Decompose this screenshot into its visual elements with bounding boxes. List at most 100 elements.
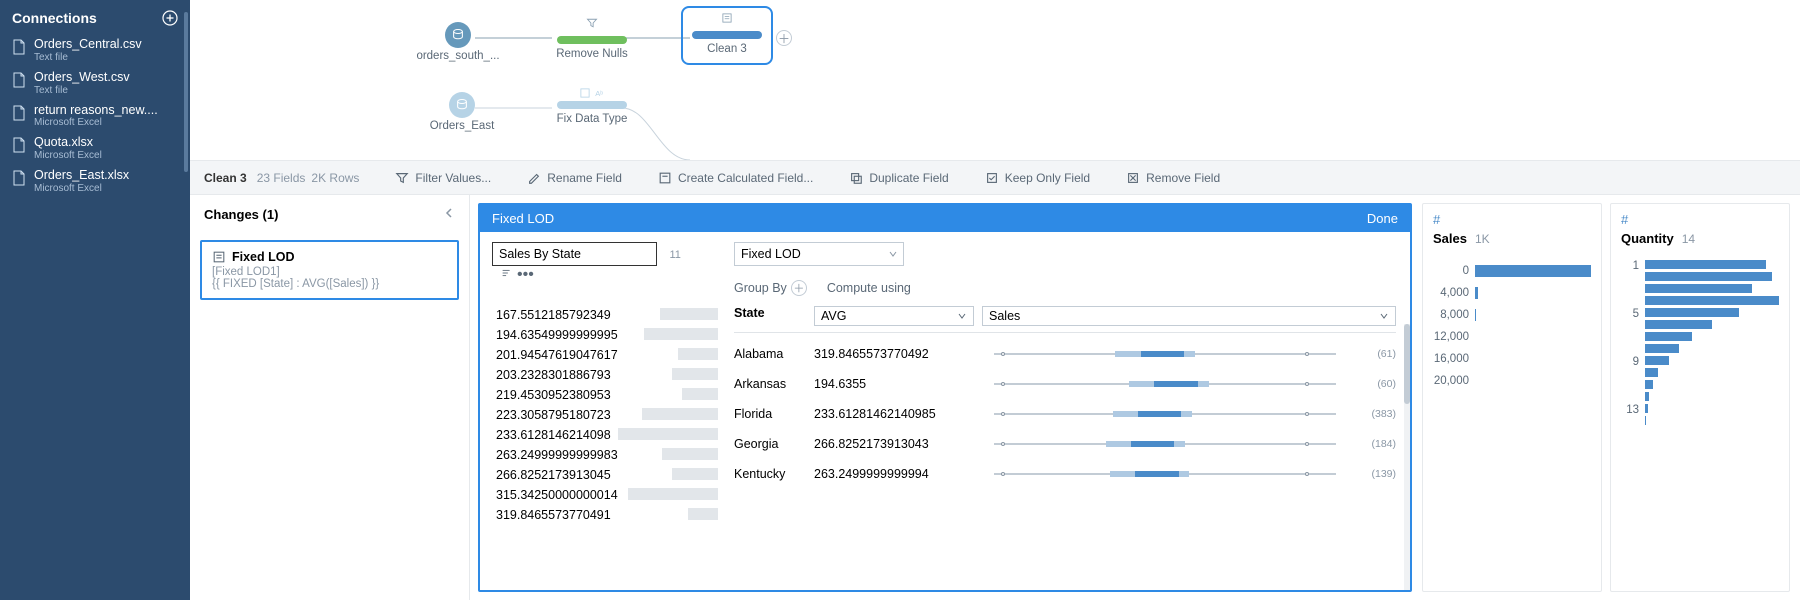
value-row[interactable]: 266.8252173913045 xyxy=(492,465,718,485)
sales-histogram: 0 4,000 8,000 12,000 16,000 20,000 xyxy=(1433,260,1591,392)
hist-row: 13 xyxy=(1621,404,1779,416)
flow-node-orders-east[interactable]: Orders_East xyxy=(420,92,504,132)
connection-item[interactable]: return reasons_new.... Microsoft Excel xyxy=(0,100,190,133)
hist-row: 4,000 xyxy=(1433,282,1591,304)
filter-icon xyxy=(586,17,598,29)
toolbar-action[interactable]: Keep Only Field xyxy=(985,171,1090,185)
hist-row xyxy=(1621,416,1779,428)
measure-dropdown[interactable]: Sales xyxy=(982,306,1396,326)
hist-row xyxy=(1621,332,1779,344)
flow-node-orders-south[interactable]: orders_south_... xyxy=(416,22,500,62)
chevron-down-icon xyxy=(957,311,967,321)
value-row[interactable]: 219.4530952380953 xyxy=(492,385,718,405)
aggregation-dropdown[interactable]: AVG xyxy=(814,306,974,326)
number-icon: # xyxy=(1433,212,1591,227)
connection-type: Text file xyxy=(34,85,130,96)
connection-item[interactable]: Orders_Central.csv Text file xyxy=(0,34,190,67)
svg-text:Aᵇ: Aᵇ xyxy=(595,89,603,98)
more-icon[interactable]: ••• xyxy=(517,266,534,284)
connection-type: Text file xyxy=(34,52,142,63)
lod-title: Fixed LOD xyxy=(492,211,554,226)
connection-item[interactable]: Orders_East.xlsx Microsoft Excel xyxy=(0,165,190,198)
sort-icon[interactable] xyxy=(500,266,514,280)
toolbar-actions: Filter Values... Rename Field Create Calcu… xyxy=(377,171,1238,185)
file-icon xyxy=(12,137,26,153)
value-histogram-list: 167.5512185792349194.63549999999995201.9… xyxy=(492,305,718,525)
sales-histogram-card[interactable]: # Sales 1K 0 4,000 8,000 12,000 16,000 2… xyxy=(1422,203,1602,592)
lower-panes: Changes (1) Fixed LOD [Fixed LOD1] {{ FI… xyxy=(190,194,1800,600)
clean-step-bar xyxy=(557,101,627,109)
state-result-row[interactable]: Florida 233.61281462140985 (383) xyxy=(734,399,1396,429)
hist-row xyxy=(1621,368,1779,380)
connection-name: Orders_West.csv xyxy=(34,71,130,85)
value-row[interactable]: 263.24999999999983 xyxy=(492,445,718,465)
field-count: 23 Fields xyxy=(257,171,306,185)
state-result-row[interactable]: Alabama 319.8465573770492 (61) xyxy=(734,339,1396,369)
collapse-changes-button[interactable] xyxy=(443,207,455,219)
type-icon: Aᵇ xyxy=(593,87,605,99)
connection-name: return reasons_new.... xyxy=(34,104,158,118)
change-card[interactable]: Fixed LOD [Fixed LOD1] {{ FIXED [State] … xyxy=(200,240,459,300)
row-count: 2K Rows xyxy=(311,171,359,185)
connection-item[interactable]: Orders_West.csv Text file xyxy=(0,67,190,100)
value-row[interactable]: 194.63549999999995 xyxy=(492,325,718,345)
sales-label: Sales xyxy=(1433,231,1467,246)
summary-pane: # Sales 1K 0 4,000 8,000 12,000 16,000 2… xyxy=(1420,195,1800,600)
add-group-by-button[interactable]: ＋ xyxy=(791,280,807,296)
toolbar-action[interactable]: Duplicate Field xyxy=(849,171,948,185)
hist-row: 12,000 xyxy=(1433,326,1591,348)
action-icon xyxy=(1126,171,1140,185)
value-row[interactable]: 315.34250000000014 xyxy=(492,485,718,505)
data-source-icon xyxy=(449,92,475,118)
file-icon xyxy=(12,170,26,186)
flow-node-clean3[interactable]: Clean 3 xyxy=(687,12,767,59)
chevron-down-icon xyxy=(1379,311,1389,321)
value-row[interactable]: 167.5512185792349 xyxy=(492,305,718,325)
step-toolbar: Clean 3 23 Fields 2K Rows Filter Values.… xyxy=(190,160,1800,194)
hist-row: 5 xyxy=(1621,308,1779,320)
toolbar-action[interactable]: Filter Values... xyxy=(395,171,491,185)
calc-icon xyxy=(212,250,226,264)
hist-row: 16,000 xyxy=(1433,348,1591,370)
add-step-button[interactable]: ＋ xyxy=(776,30,792,46)
connection-item[interactable]: Quota.xlsx Microsoft Excel xyxy=(0,132,190,165)
connection-list: Orders_Central.csv Text file Orders_West… xyxy=(0,34,190,198)
result-scrollbar[interactable] xyxy=(1404,324,1410,590)
action-icon xyxy=(658,171,672,185)
file-icon xyxy=(12,105,26,121)
calc-name-dropdown[interactable] xyxy=(734,242,904,266)
state-result-row[interactable]: Kentucky 263.2499999999994 (139) xyxy=(734,459,1396,489)
value-row[interactable]: 233.6128146214098 xyxy=(492,425,718,445)
sidebar-scrollbar[interactable] xyxy=(184,12,188,172)
hist-row xyxy=(1621,392,1779,404)
hist-row: 20,000 xyxy=(1433,370,1591,392)
value-row[interactable]: 201.94547619047617 xyxy=(492,345,718,365)
value-row[interactable]: 223.3058795180723 xyxy=(492,405,718,425)
number-icon: # xyxy=(1621,212,1779,227)
quantity-histogram-card[interactable]: # Quantity 14 1 5 9 13 xyxy=(1610,203,1790,592)
toolbar-action[interactable]: Rename Field xyxy=(527,171,622,185)
state-result-row[interactable]: Georgia 266.8252173913043 (184) xyxy=(734,429,1396,459)
done-button[interactable]: Done xyxy=(1367,211,1398,226)
flow-edges xyxy=(190,0,1570,160)
compute-label: Compute using xyxy=(827,281,911,295)
connections-sidebar: Connections Orders_Central.csv Text file… xyxy=(0,0,190,600)
group-by-label: Group By xyxy=(734,281,787,295)
group-field-header: State xyxy=(734,306,814,326)
toolbar-action[interactable]: Remove Field xyxy=(1126,171,1220,185)
value-row[interactable]: 203.2328301886793 xyxy=(492,365,718,385)
flow-node-fix-type[interactable]: Aᵇ Fix Data Type xyxy=(548,87,636,125)
connection-type: Microsoft Excel xyxy=(34,183,129,194)
flow-canvas[interactable]: orders_south_... Remove Nulls Clean 3 ＋ … xyxy=(190,0,1800,160)
hist-row xyxy=(1621,344,1779,356)
state-result-row[interactable]: Arkansas 194.6355 (60) xyxy=(734,369,1396,399)
flow-node-remove-nulls[interactable]: Remove Nulls xyxy=(550,17,634,60)
hist-row xyxy=(1621,320,1779,332)
toolbar-action[interactable]: Create Calculated Field... xyxy=(658,171,813,185)
hist-row xyxy=(1621,284,1779,296)
value-row[interactable]: 319.8465573770491 xyxy=(492,505,718,525)
file-icon xyxy=(12,39,26,55)
add-connection-button[interactable] xyxy=(162,10,178,26)
field-name-input[interactable] xyxy=(492,242,657,266)
changes-pane: Changes (1) Fixed LOD [Fixed LOD1] {{ FI… xyxy=(190,195,470,600)
